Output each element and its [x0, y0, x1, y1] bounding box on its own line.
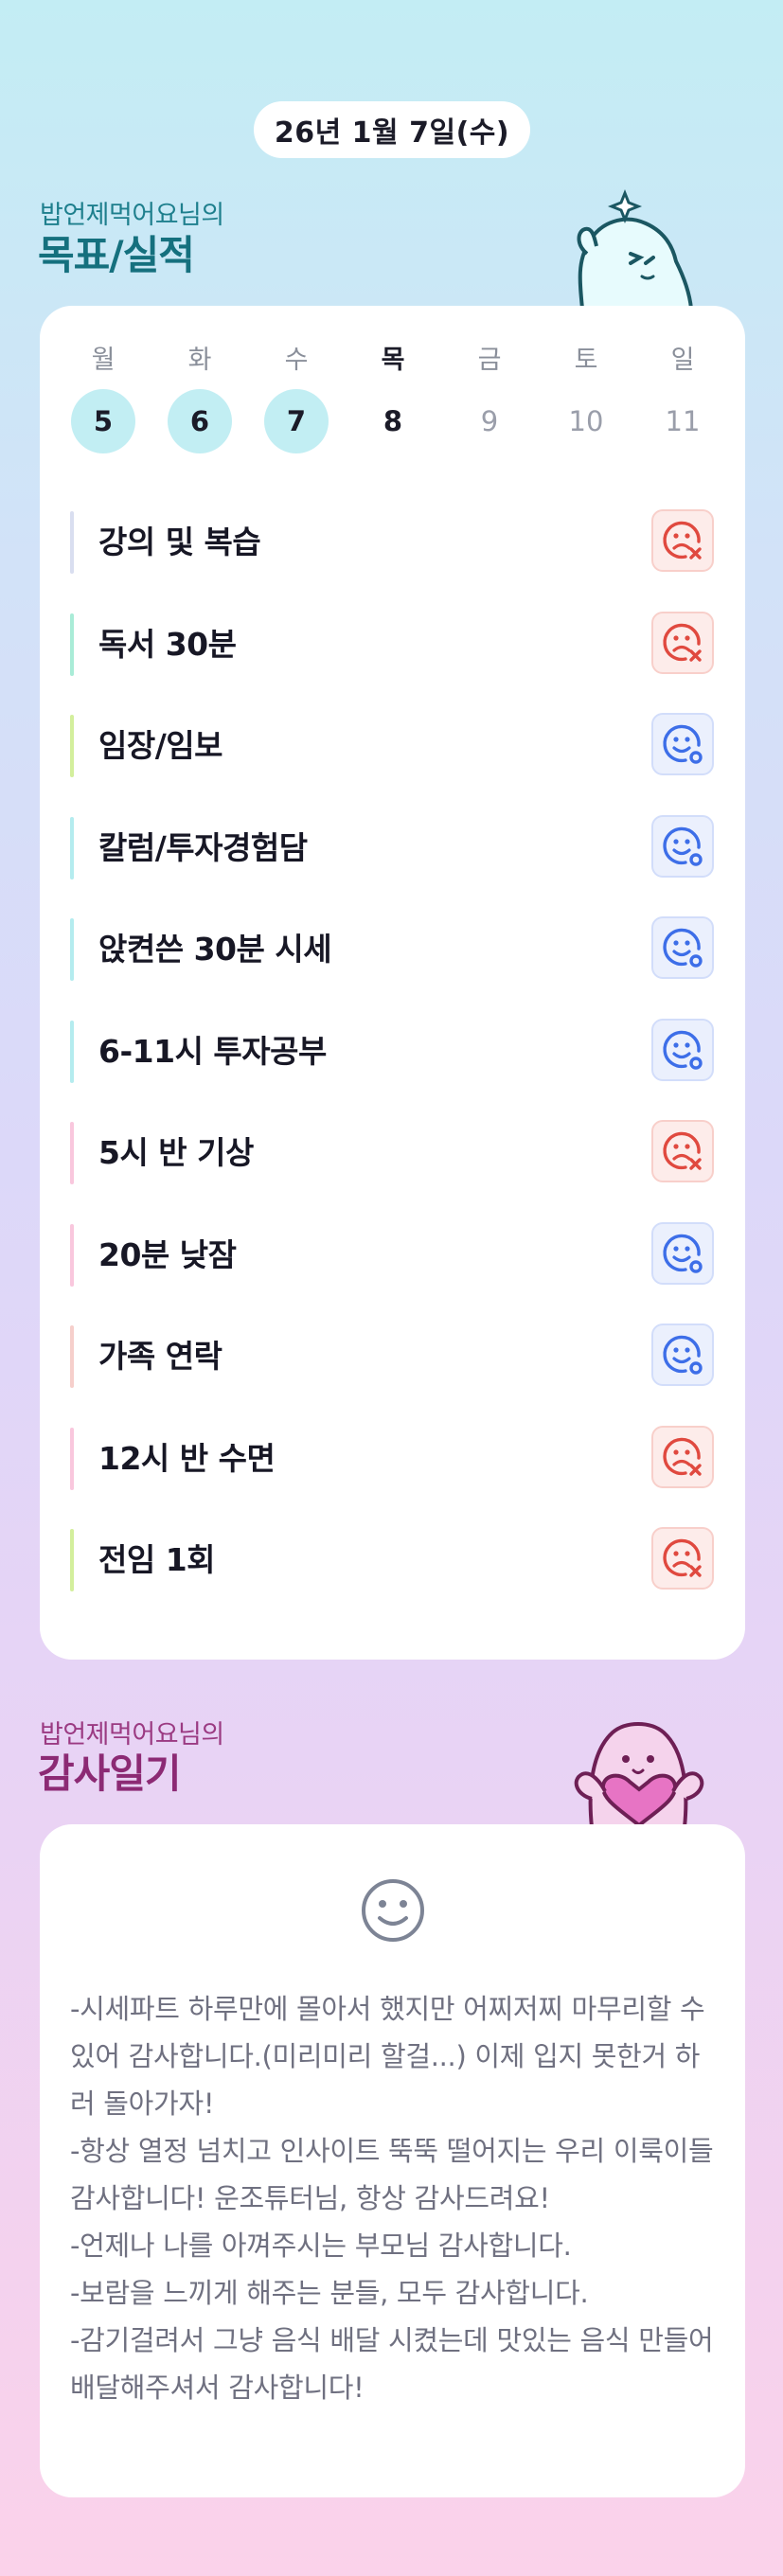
weekday-label: 월 — [91, 346, 116, 375]
goal-color-bar — [70, 918, 74, 981]
goal-color-bar — [70, 1020, 74, 1083]
weekday-label: 토 — [574, 346, 598, 375]
smile-face-o-icon[interactable] — [651, 814, 714, 878]
goal-label: 6-11시 투자공부 — [98, 1032, 327, 1070]
goal-color-bar — [70, 1325, 74, 1388]
sad-face-x-icon[interactable] — [651, 1120, 714, 1182]
goal-label: 칼럼/투자경험담 — [98, 828, 308, 866]
goal-color-bar — [70, 1529, 74, 1591]
goal-label: 앉켠쓴 30분 시세 — [98, 931, 332, 968]
sad-face-x-icon[interactable] — [651, 1527, 714, 1590]
goal-row[interactable]: 강의 및 복습 — [70, 509, 714, 576]
sad-face-x-icon[interactable] — [651, 1425, 714, 1488]
day-wed[interactable]: 수 7 — [263, 344, 329, 453]
smile-face-icon — [362, 1879, 424, 1942]
goal-row[interactable]: 가족 연락 — [70, 1324, 714, 1390]
goal-label: 강의 및 복습 — [98, 524, 261, 560]
weekday-label: 수 — [284, 346, 309, 375]
goal-row[interactable]: 앉켠쓴 30분 시세 — [70, 916, 714, 983]
day-number: 10 — [568, 405, 604, 437]
day-sun[interactable]: 일 11 — [650, 344, 716, 453]
goal-color-bar — [70, 715, 74, 777]
goal-label: 20분 낮잠 — [98, 1235, 237, 1273]
day-tue[interactable]: 화 6 — [167, 344, 233, 453]
weekday-label: 목 — [381, 346, 405, 375]
weekday-label: 일 — [670, 346, 695, 375]
day-number: 7 — [264, 389, 329, 453]
goals-section-title: 목표/실적 — [38, 232, 195, 278]
day-fri[interactable]: 금 9 — [456, 344, 523, 453]
weekday-label: 화 — [187, 346, 212, 375]
gratitude-diary-text: -시세파트 하루만에 몰아서 했지만 어찌저찌 마무리할 수 있어 감사합니다.… — [70, 1993, 714, 2404]
gratitude-section-title: 감사일기 — [38, 1750, 182, 1797]
goal-row[interactable]: 6-11시 투자공부 — [70, 1018, 714, 1085]
goal-row[interactable]: 20분 낮잠 — [70, 1221, 714, 1288]
goal-color-bar — [70, 1427, 74, 1490]
smile-face-o-icon[interactable] — [651, 713, 714, 775]
goal-row[interactable]: 12시 반 수면 — [70, 1425, 714, 1492]
sad-face-x-icon[interactable] — [651, 611, 714, 674]
goal-row[interactable]: 전임 1회 — [70, 1527, 714, 1593]
day-number: 6 — [168, 389, 232, 453]
day-mon[interactable]: 월 5 — [70, 344, 136, 453]
smile-face-o-icon[interactable] — [651, 1221, 714, 1285]
goal-label: 5시 반 기상 — [98, 1134, 254, 1171]
goal-label: 전임 1회 — [98, 1541, 216, 1578]
smile-face-o-icon[interactable] — [651, 1324, 714, 1386]
goal-color-bar — [70, 613, 74, 676]
goal-row[interactable]: 독서 30분 — [70, 611, 714, 678]
goal-color-bar — [70, 816, 74, 879]
goal-label: 가족 연락 — [98, 1338, 222, 1375]
sad-face-x-icon[interactable] — [651, 509, 714, 572]
goal-color-bar — [70, 1122, 74, 1184]
mascot-ghost-icon — [577, 188, 694, 309]
goal-row[interactable]: 칼럼/투자경험담 — [70, 814, 714, 881]
mascot-heart-icon — [574, 1722, 704, 1827]
day-number: 11 — [665, 405, 701, 437]
goal-label: 임장/임보 — [98, 727, 223, 764]
date-selector[interactable]: 26년 1월 7일(수) — [254, 101, 530, 158]
smile-face-o-icon[interactable] — [651, 1018, 714, 1081]
goals-card: 월 5 화 6 수 7 목 8 금 9 토 10 일 11 강의 및 복습독서 … — [40, 306, 745, 1660]
day-sat[interactable]: 토 10 — [553, 344, 619, 453]
day-number: 8 — [383, 405, 403, 437]
day-number: 5 — [71, 389, 135, 453]
goal-color-bar — [70, 1223, 74, 1287]
goal-row[interactable]: 5시 반 기상 — [70, 1120, 714, 1186]
weekday-label: 금 — [477, 346, 502, 375]
goal-color-bar — [70, 511, 74, 574]
smile-face-o-icon[interactable] — [651, 916, 714, 979]
goal-row[interactable]: 임장/임보 — [70, 713, 714, 779]
day-number: 9 — [480, 405, 499, 437]
gratitude-card: -시세파트 하루만에 몰아서 했지만 어찌저찌 마무리할 수 있어 감사합니다.… — [40, 1824, 745, 2497]
day-thu[interactable]: 목 8 — [360, 344, 426, 453]
goal-label: 독서 30분 — [98, 625, 237, 663]
goal-label: 12시 반 수면 — [98, 1439, 276, 1477]
